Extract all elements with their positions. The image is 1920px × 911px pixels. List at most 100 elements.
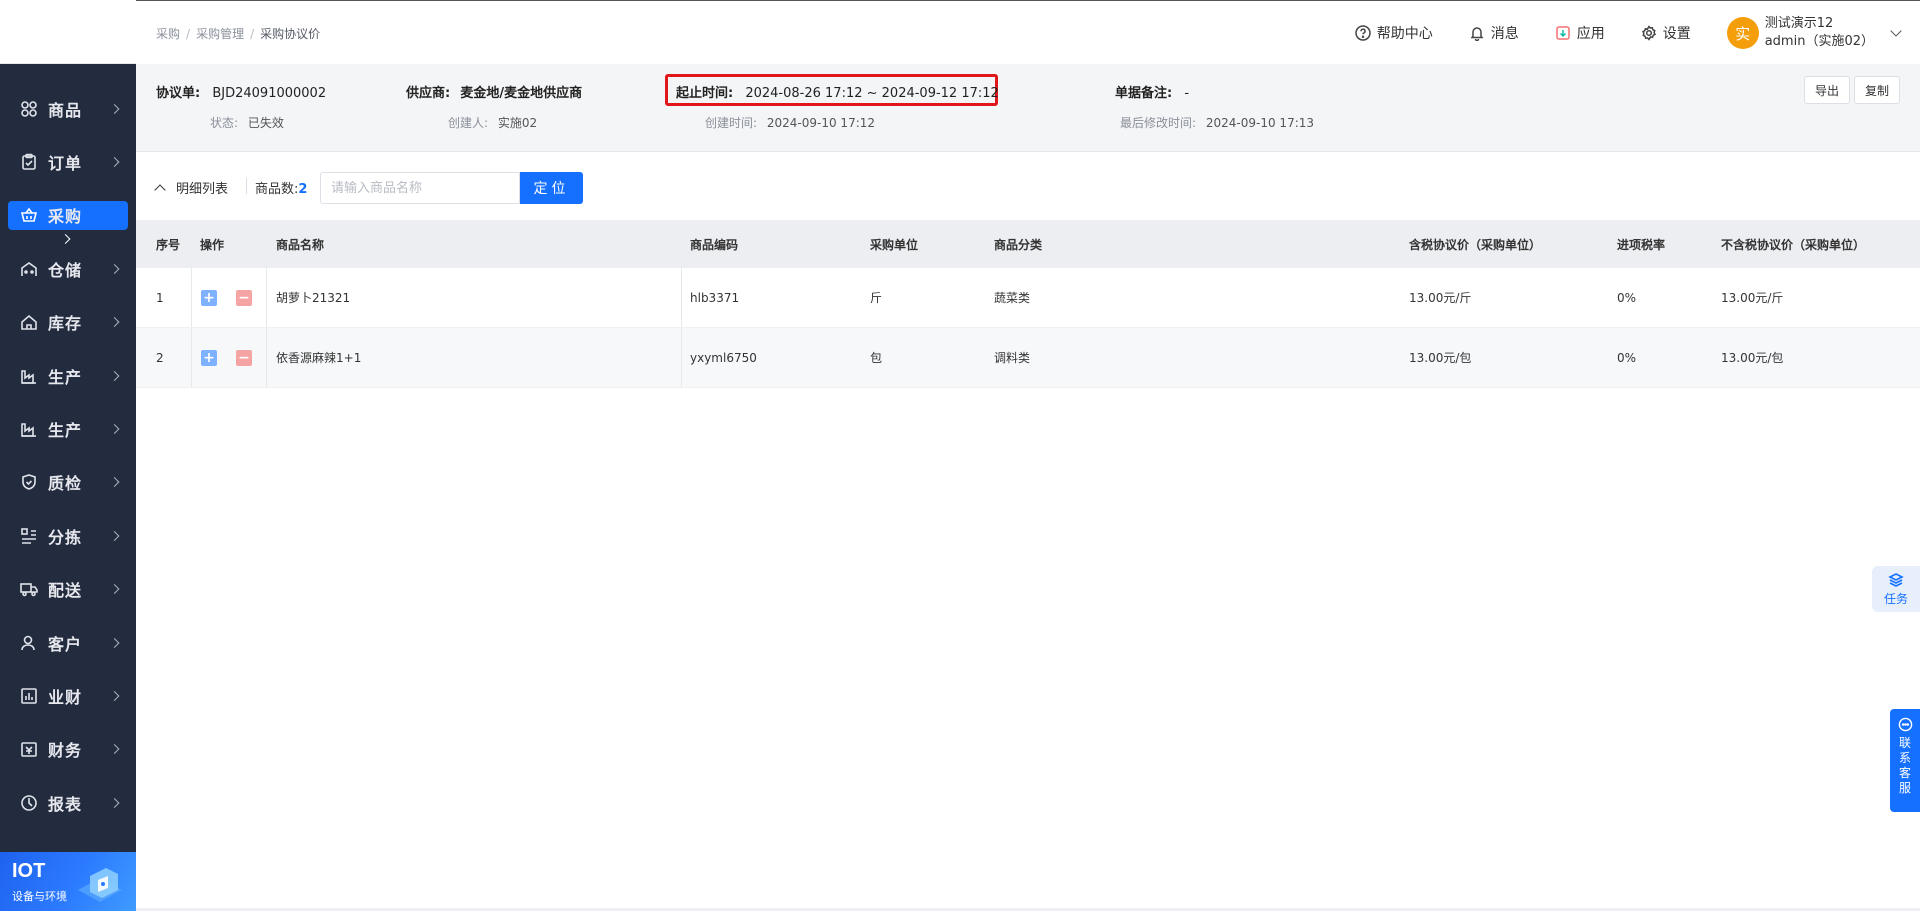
contact-char: 联 (1898, 736, 1911, 750)
cell-tax-rate: 0% (1617, 290, 1637, 305)
chevron-up-icon (154, 183, 166, 196)
truck-icon (20, 580, 38, 598)
home-icon (20, 313, 38, 331)
sidebar-item-inventory[interactable]: 库存 (0, 296, 136, 349)
sidebar-item-purchase[interactable]: 采购 (0, 189, 136, 244)
validity-period-value: 2024-08-26 17:12 ~ 2024-09-12 17:12 (745, 86, 999, 101)
chevron-down-icon (1890, 25, 1902, 37)
sidebar-item-production[interactable]: 生产 (0, 349, 136, 402)
breadcrumb: 采购 / 采购管理 / 采购协议价 (156, 25, 320, 42)
top-header: 采购 / 采购管理 / 采购协议价 帮助中心 消息 应用 设置 实 测试演示12… (136, 0, 1920, 64)
messages-button[interactable]: 消息 (1469, 23, 1519, 43)
sidebar-item-label: 生产 (48, 367, 83, 387)
copy-button[interactable]: 复制 (1853, 76, 1900, 104)
collapse-toggle[interactable]: 明细列表 (154, 178, 228, 197)
logo-area (0, 0, 136, 64)
task-float-button[interactable]: 任务 (1872, 566, 1920, 612)
iot-device-icon (78, 868, 122, 902)
sidebar-item-warehouse[interactable]: 仓储 (0, 242, 136, 295)
sidebar-item-delivery[interactable]: 配送 (0, 563, 136, 616)
column-divider (191, 268, 192, 327)
help-center-button[interactable]: 帮助中心 (1354, 23, 1433, 43)
agreement-info-panel: 协议单: BJD24091000002 供应商: 麦金地/麦金地供应商 起止时间… (136, 64, 1920, 152)
agreement-number-label: 协议单: (156, 86, 201, 101)
col-seq: 序号 (156, 237, 181, 252)
sidebar-item-business-finance[interactable]: 业财 (0, 669, 136, 722)
sidebar-item-sorting[interactable]: 分拣 (0, 509, 136, 562)
user-name: 测试演示12 (1764, 16, 1834, 31)
chevron-right-icon (109, 317, 120, 328)
delete-row-button[interactable]: − (236, 349, 252, 366)
messages-label: 消息 (1490, 26, 1519, 42)
document-remark: 单据备注: - (1115, 82, 1189, 101)
table-row: 1 + − 胡萝卜21321 hlb3371 斤 蔬菜类 13.00元/斤 0%… (136, 268, 1920, 328)
settings-button[interactable]: 设置 (1641, 23, 1691, 43)
sidebar-item-label: 生产 (48, 421, 83, 441)
col-tax-price: 含税协议价（采购单位） (1409, 237, 1542, 252)
chevron-right-icon (109, 370, 120, 381)
shield-icon (20, 473, 38, 491)
sidebar-item-production-2[interactable]: 生产 (0, 402, 136, 455)
breadcrumb-item[interactable]: 采购管理 (196, 25, 244, 42)
iot-card[interactable]: IOT 设备与环境 (0, 852, 136, 911)
sidebar-item-orders[interactable]: 订单 (0, 135, 136, 188)
sidebar-item-finance[interactable]: 财务 (0, 723, 136, 776)
factory-icon (20, 420, 38, 438)
cell-code: yxyml6750 (690, 350, 757, 365)
item-count-label: 商品数: (255, 182, 299, 197)
creator-label: 创建人: (448, 116, 489, 130)
chevron-right-icon (109, 157, 120, 168)
status-value: 已失效 (247, 116, 284, 130)
sidebar-item-label: 分拣 (48, 527, 83, 547)
export-button[interactable]: 导出 (1803, 76, 1850, 104)
sidebar-item-label: 商品 (48, 100, 83, 120)
sidebar-item-quality[interactable]: 质检 (0, 456, 136, 509)
table-header: 序号 操作 商品名称 商品编码 采购单位 商品分类 含税协议价（采购单位） 进项… (136, 220, 1920, 268)
cell-notax-price: 13.00元/斤 (1721, 291, 1784, 305)
sidebar-item-label: 采购 (48, 207, 83, 227)
divider (246, 178, 247, 194)
agreement-number: 协议单: BJD24091000002 (156, 82, 326, 101)
creator-value: 实施02 (497, 116, 538, 130)
header-tools: 帮助中心 消息 应用 设置 实 测试演示12 admin（实施02） (1354, 1, 1920, 65)
basket-icon (20, 206, 38, 224)
download-app-icon (1555, 26, 1570, 40)
document-remark-label: 单据备注: (1115, 86, 1173, 101)
contact-support-button[interactable]: 联 系 客 服 (1890, 709, 1920, 812)
chevron-right-icon (109, 797, 120, 808)
pie-chart-icon (20, 794, 38, 812)
cell-tax-rate: 0% (1617, 350, 1637, 365)
sidebar-item-label: 订单 (48, 154, 83, 174)
cell-category: 蔬菜类 (994, 291, 1031, 305)
delete-row-button[interactable]: − (236, 289, 252, 306)
user-info: 测试演示12 admin（实施02） (1765, 15, 1874, 51)
sidebar: 商品 订单 采购 仓储 库存 生产 生产 质检 分拣 配送 客户 业财 财务 报… (0, 0, 136, 911)
breadcrumb-separator: / (186, 26, 191, 41)
status-label: 状态: (210, 116, 239, 130)
modified-time-value: 2024-09-10 17:13 (1205, 116, 1315, 130)
status: 状态: 已失效 (210, 114, 284, 131)
sidebar-item-label: 仓储 (48, 260, 83, 280)
contact-char: 客 (1898, 766, 1911, 780)
apps-button[interactable]: 应用 (1555, 23, 1605, 43)
clipboard-icon (20, 153, 38, 171)
ledger-icon (20, 740, 38, 758)
column-divider (266, 328, 267, 387)
cell-name: 胡萝卜21321 (276, 291, 351, 305)
add-row-button[interactable]: + (201, 289, 217, 306)
sidebar-item-label: 库存 (48, 314, 83, 334)
add-row-button[interactable]: + (201, 349, 217, 366)
item-count: 商品数:2 (255, 178, 307, 197)
col-category: 商品分类 (994, 237, 1043, 252)
help-center-label: 帮助中心 (1376, 26, 1433, 42)
chevron-right-icon (109, 584, 120, 595)
sidebar-item-customers[interactable]: 客户 (0, 616, 136, 669)
sidebar-item-goods[interactable]: 商品 (0, 82, 136, 135)
product-search-input[interactable] (320, 172, 520, 204)
breadcrumb-item[interactable]: 采购 (156, 25, 180, 42)
sidebar-item-reports[interactable]: 报表 (0, 776, 136, 829)
sidebar-item-label: 报表 (48, 794, 83, 814)
user-menu[interactable]: 实 测试演示12 admin（实施02） (1726, 15, 1902, 51)
locate-button[interactable]: 定位 (520, 172, 583, 204)
cell-seq: 2 (156, 350, 164, 365)
